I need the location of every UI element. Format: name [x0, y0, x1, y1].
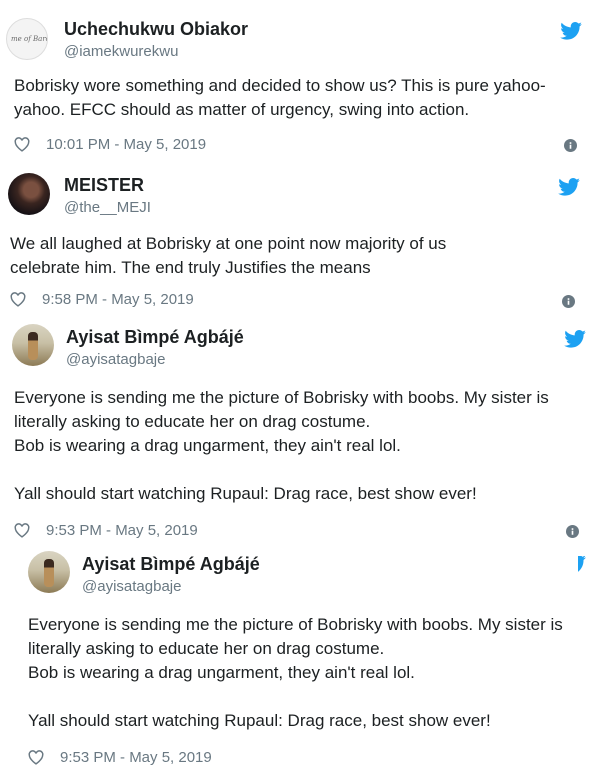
author-name[interactable]: Ayisat Bìmpé Agbájé — [82, 554, 260, 575]
author-handle[interactable]: @iamekwurekwu — [64, 43, 178, 60]
author-name[interactable]: Ayisat Bìmpé Agbájé — [66, 327, 244, 348]
author-handle[interactable]: @the__MEJI — [64, 199, 151, 216]
tweet-meta: 9:53 PM - May 5, 2019 — [28, 749, 212, 766]
timestamp[interactable]: 9:53 PM - May 5, 2019 — [46, 522, 198, 539]
author-handle[interactable]: @ayisatagbaje — [66, 351, 165, 368]
tweet-meta: 9:58 PM - May 5, 2019 — [10, 291, 194, 308]
heart-icon[interactable] — [14, 523, 30, 538]
avatar[interactable]: me of Bardo — [6, 18, 48, 60]
timestamp[interactable]: 9:53 PM - May 5, 2019 — [60, 749, 212, 766]
author-handle[interactable]: @ayisatagbaje — [82, 578, 181, 595]
author-name[interactable]: MEISTER — [64, 175, 144, 196]
timestamp[interactable]: 10:01 PM - May 5, 2019 — [46, 136, 206, 153]
info-icon[interactable] — [566, 525, 579, 538]
tweet-card: MEISTER @the__MEJI We all laughed at Bob… — [0, 162, 600, 316]
heart-icon[interactable] — [10, 292, 26, 307]
tweet-meta: 10:01 PM - May 5, 2019 — [14, 136, 206, 153]
tweet-text: Everyone is sending me the picture of Bo… — [14, 388, 549, 503]
twitter-bird-icon[interactable] — [558, 178, 580, 196]
heart-icon[interactable] — [28, 750, 44, 765]
twitter-bird-icon[interactable] — [578, 556, 586, 574]
avatar[interactable] — [8, 173, 50, 215]
tweet-card: Ayisat Bìmpé Agbájé @ayisatagbaje Everyo… — [0, 546, 600, 777]
twitter-bird-icon[interactable] — [560, 22, 582, 40]
avatar[interactable] — [28, 551, 70, 593]
tweet-card: Ayisat Bìmpé Agbájé @ayisatagbaje Everyo… — [0, 316, 600, 546]
info-icon[interactable] — [564, 139, 577, 152]
avatar[interactable] — [12, 324, 54, 366]
tweet-text: Bobrisky wore something and decided to s… — [14, 76, 546, 119]
twitter-bird-icon[interactable] — [564, 330, 586, 348]
tweet-text: We all laughed at Bobrisky at one point … — [10, 234, 447, 277]
timestamp[interactable]: 9:58 PM - May 5, 2019 — [42, 291, 194, 308]
tweet-card: me of Bardo Uchechukwu Obiakor @iamekwur… — [0, 0, 600, 162]
heart-icon[interactable] — [14, 137, 30, 152]
author-name[interactable]: Uchechukwu Obiakor — [64, 19, 248, 40]
info-icon[interactable] — [562, 295, 575, 308]
tweet-text: Everyone is sending me the picture of Bo… — [28, 615, 563, 730]
avatar-logo-text: me of Bardo — [11, 35, 47, 43]
tweet-meta: 9:53 PM - May 5, 2019 — [14, 522, 198, 539]
